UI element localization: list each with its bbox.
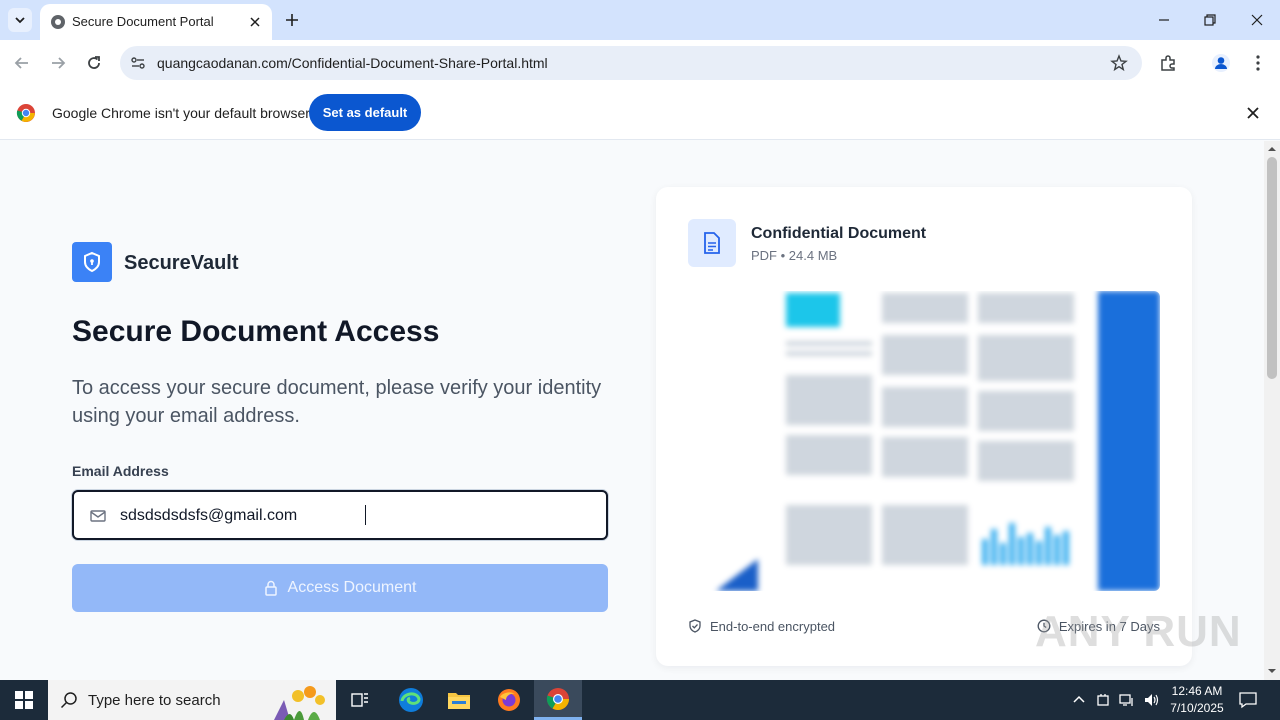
shield-icon (84, 251, 100, 273)
tab-search-button[interactable] (8, 8, 32, 32)
site-settings-icon[interactable] (130, 55, 146, 71)
chevron-up-icon[interactable] (1071, 692, 1087, 708)
blurred-document-preview-image (688, 291, 1160, 591)
encrypted-label: End-to-end encrypted (710, 618, 836, 634)
set-default-button[interactable]: Set as default (309, 94, 421, 131)
globe-favicon-icon (51, 15, 65, 29)
chrome-icon (546, 687, 569, 710)
close-icon[interactable] (1244, 104, 1262, 122)
chevron-down-icon (15, 17, 25, 24)
brand-name: SecureVault (124, 252, 239, 274)
page-scrollbar[interactable] (1264, 141, 1280, 680)
browser-toolbar: quangcaodanan.com/Confidential-Document-… (0, 40, 1280, 86)
document-icon (704, 232, 720, 254)
device-icon[interactable] (1095, 692, 1111, 708)
page-title: Secure Document Access (72, 315, 440, 348)
reload-button[interactable] (83, 52, 105, 74)
forward-button[interactable] (47, 52, 69, 74)
clock-time: 12:46 AM (1171, 684, 1223, 698)
document-preview (688, 291, 1160, 591)
url-text[interactable]: quangcaodanan.com/Confidential-Document-… (157, 55, 548, 71)
close-icon (250, 17, 260, 27)
lock-icon (264, 580, 277, 596)
access-button-label: Access Document (287, 579, 417, 596)
task-view-button[interactable] (336, 680, 384, 720)
document-title: Confidential Document (751, 225, 927, 242)
tab-title: Secure Document Portal (72, 14, 214, 29)
close-window-button[interactable] (1247, 10, 1267, 30)
task-view-icon (351, 693, 368, 707)
profile-icon (1212, 54, 1230, 72)
edge-icon (399, 688, 423, 712)
email-field[interactable] (72, 490, 608, 540)
search-placeholder: Type here to search (88, 692, 221, 709)
notification-icon[interactable] (1238, 690, 1258, 710)
bookmark-star-icon[interactable] (1110, 54, 1128, 72)
profile-button[interactable] (1210, 52, 1232, 74)
chrome-logo-icon (16, 104, 35, 122)
extensions-button[interactable] (1157, 52, 1179, 74)
address-bar[interactable]: quangcaodanan.com/Confidential-Document-… (120, 46, 1142, 80)
taskbar-search-box[interactable]: Type here to search (48, 680, 336, 720)
flowers-decoration-icon (274, 686, 325, 720)
encryption-note: End-to-end encrypted (688, 617, 835, 635)
plus-icon (286, 14, 298, 26)
restore-button[interactable] (1200, 10, 1220, 30)
tab-strip: Secure Document Portal (0, 0, 1280, 40)
new-tab-button[interactable] (282, 10, 302, 30)
document-card: Confidential Document PDF • 24.4 MB End-… (656, 187, 1192, 666)
arrow-right-icon (52, 57, 66, 69)
scroll-down-arrow-icon[interactable] (1268, 667, 1276, 675)
scrollbar-thumb[interactable] (1267, 157, 1277, 379)
search-icon (60, 692, 77, 709)
email-label: Email Address (72, 463, 169, 479)
menu-button[interactable] (1247, 52, 1269, 74)
taskbar-file-explorer[interactable] (435, 680, 483, 720)
restore-icon (1204, 14, 1216, 26)
taskbar-chrome[interactable] (534, 680, 582, 720)
tab-close-button[interactable] (246, 13, 264, 31)
close-icon (1251, 14, 1263, 26)
windows-taskbar: Type here to search 12:46 AM 7/10/2025 (0, 680, 1280, 720)
watermark: ANY RUN (1035, 607, 1242, 656)
more-vert-icon (1256, 55, 1260, 71)
page-content: SecureVault Secure Document Access To ac… (0, 141, 1264, 680)
windows-logo-icon (15, 691, 33, 709)
mail-icon (90, 510, 106, 522)
document-icon-tile (688, 219, 736, 267)
text-caret (365, 505, 366, 525)
access-document-button[interactable]: Access Document (72, 564, 608, 612)
shield-check-icon (689, 619, 701, 633)
back-button[interactable] (11, 52, 33, 74)
infobar-message: Google Chrome isn't your default browser (52, 105, 310, 121)
brand-logo (72, 242, 112, 282)
arrow-left-icon (14, 57, 28, 69)
folder-icon (448, 693, 470, 709)
default-browser-infobar: Google Chrome isn't your default browser… (0, 86, 1280, 140)
document-meta: PDF • 24.4 MB (751, 248, 838, 263)
taskbar-clock[interactable]: 12:46 AM 7/10/2025 (1165, 683, 1229, 717)
minimize-button[interactable] (1154, 10, 1174, 30)
puzzle-icon (1161, 55, 1175, 71)
page-description: To access your secure document, please v… (72, 377, 602, 427)
taskbar-firefox[interactable] (485, 680, 533, 720)
reload-icon (88, 56, 100, 69)
clock-date: 7/10/2025 (1170, 701, 1224, 715)
network-icon[interactable] (1119, 692, 1135, 708)
tab-active[interactable]: Secure Document Portal (40, 4, 272, 40)
taskbar-edge[interactable] (387, 680, 435, 720)
email-input[interactable] (120, 504, 590, 528)
firefox-icon (498, 689, 520, 711)
volume-icon[interactable] (1143, 692, 1159, 708)
minimize-icon (1159, 19, 1169, 21)
scroll-up-arrow-icon[interactable] (1268, 145, 1276, 153)
start-button[interactable] (0, 680, 48, 720)
